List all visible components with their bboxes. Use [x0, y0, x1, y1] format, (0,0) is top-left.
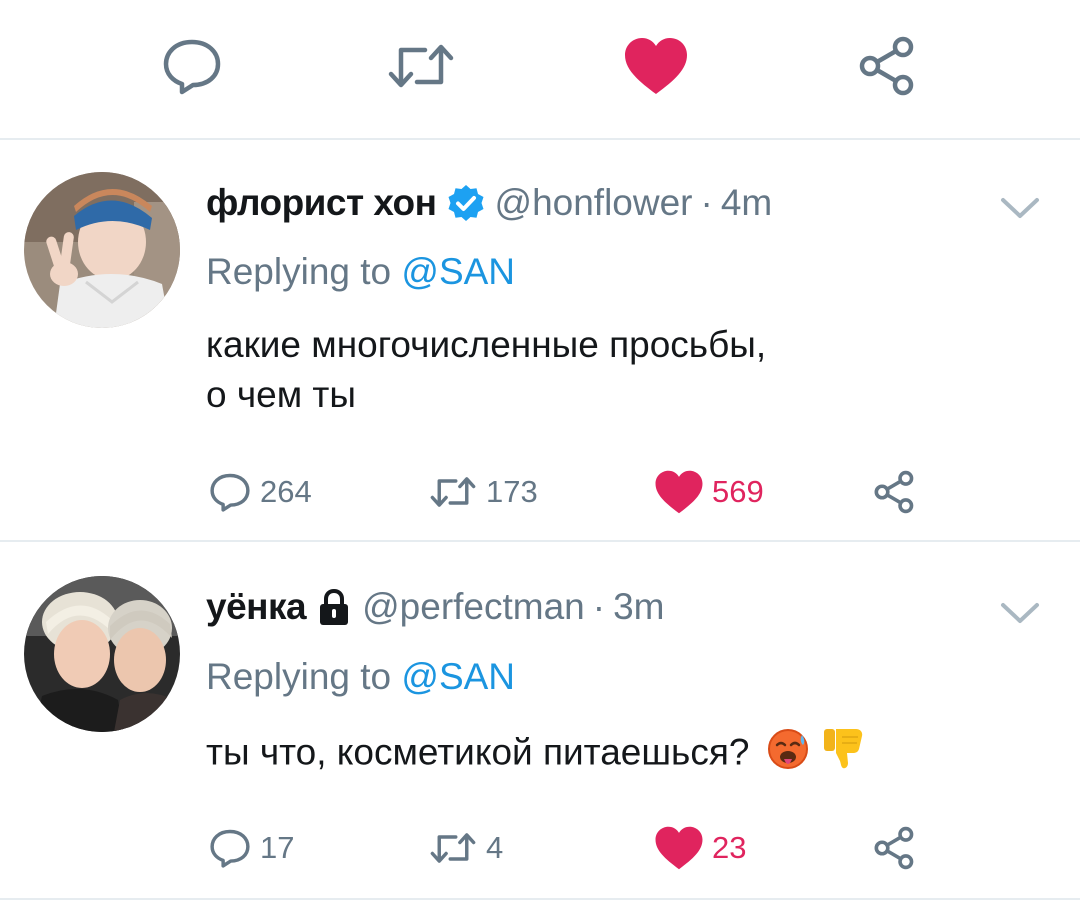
retweet-icon	[388, 44, 454, 88]
reply-icon	[210, 473, 250, 512]
heart-filled-icon	[655, 826, 703, 870]
tweet-text: ты что, косметикой питаешься?	[206, 725, 986, 784]
display-name[interactable]: уёнка	[206, 586, 307, 628]
like-button[interactable]	[620, 30, 692, 102]
verified-badge-icon	[447, 184, 485, 222]
share-button[interactable]	[872, 462, 918, 522]
separator-dot: ·	[592, 586, 606, 627]
heart-filled-icon	[655, 470, 703, 514]
reply-button[interactable]: 264	[208, 462, 312, 522]
avatar-photo	[24, 576, 180, 732]
tweet-header: уёнка @perfectman · 3m	[206, 582, 665, 632]
replying-to-mention[interactable]: @SAN	[401, 251, 515, 292]
like-count: 569	[712, 474, 764, 509]
lock-icon	[316, 587, 352, 627]
replying-to-mention[interactable]: @SAN	[401, 656, 515, 697]
tweet-menu-button[interactable]	[998, 595, 1042, 631]
tweet-text-line: о чем ты	[206, 374, 356, 415]
replying-to-label: Replying to	[206, 251, 392, 292]
thumbs-down-emoji	[822, 725, 866, 784]
reply-icon	[163, 39, 221, 95]
replying-to-line: Replying to @SAN	[206, 251, 515, 293]
tweet-menu-button[interactable]	[998, 190, 1042, 226]
timestamp[interactable]: 4m	[721, 182, 772, 224]
like-button[interactable]: 23	[654, 818, 746, 878]
share-icon	[874, 470, 914, 514]
display-name[interactable]: флорист хон	[206, 182, 437, 224]
chevron-down-icon	[1001, 603, 1039, 623]
like-count: 23	[712, 830, 747, 865]
avatar[interactable]	[24, 172, 180, 328]
share-button[interactable]	[872, 818, 918, 878]
share-button[interactable]	[852, 30, 924, 102]
tweet-actions: 264 173 569	[0, 462, 1080, 522]
avatar[interactable]	[24, 576, 180, 732]
focused-tweet-action-bar	[0, 0, 1080, 140]
tweet-actions: 17 4 23	[0, 818, 1080, 878]
user-handle[interactable]: @perfectman	[362, 586, 585, 628]
hot-face-emoji	[766, 725, 812, 784]
retweet-icon	[430, 477, 476, 507]
replying-to-line: Replying to @SAN	[206, 656, 515, 698]
retweet-count: 173	[486, 474, 538, 509]
tweet-text-line: ты что, косметикой питаешься?	[206, 731, 750, 773]
share-icon	[874, 826, 914, 870]
chevron-down-icon	[1001, 198, 1039, 218]
timestamp[interactable]: 3m	[613, 586, 664, 628]
retweet-button[interactable]: 173	[428, 462, 538, 522]
separator-dot: ·	[700, 182, 713, 223]
reply-button[interactable]	[156, 30, 228, 102]
tweet-text: какие многочисленные просьбы, о чем ты	[206, 320, 986, 420]
replying-to-label: Replying to	[206, 656, 392, 697]
retweet-button[interactable]	[385, 30, 457, 102]
retweet-button[interactable]: 4	[428, 818, 503, 878]
user-handle[interactable]: @honflower	[495, 182, 693, 224]
reply-count: 264	[260, 474, 312, 509]
reply-icon	[210, 829, 250, 868]
share-icon	[859, 36, 914, 96]
retweet-count: 4	[486, 830, 504, 865]
tweet-header: флорист хон @honflower · 4m	[206, 178, 772, 228]
reply-count: 17	[260, 830, 295, 865]
reply-tweet[interactable]: уёнка @perfectman · 3m Replying to @SAN …	[0, 542, 1080, 900]
tweet-text-line: какие многочисленные просьбы,	[206, 324, 767, 365]
heart-filled-icon	[625, 38, 687, 94]
avatar-photo	[24, 172, 180, 328]
reply-button[interactable]: 17	[208, 818, 294, 878]
reply-tweet[interactable]: флорист хон @honflower · 4m Replying to …	[0, 140, 1080, 542]
retweet-icon	[430, 833, 476, 863]
like-button[interactable]: 569	[654, 462, 764, 522]
